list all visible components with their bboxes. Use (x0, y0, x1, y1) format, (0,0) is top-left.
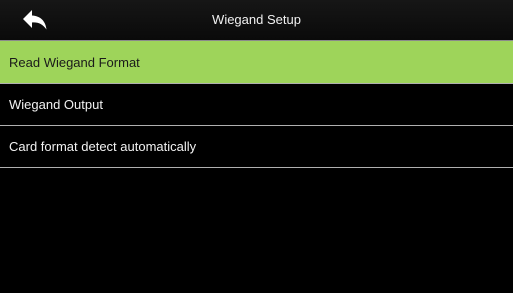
title-bar: Wiegand Setup (0, 0, 513, 41)
menu-list: Read Wiegand Format Wiegand Output Card … (0, 41, 513, 168)
menu-item-read-wiegand-format[interactable]: Read Wiegand Format (0, 41, 513, 84)
back-button[interactable] (0, 0, 70, 40)
page-title: Wiegand Setup (212, 12, 301, 27)
back-arrow-icon (22, 9, 48, 31)
wiegand-setup-screen: Wiegand Setup Read Wiegand Format Wiegan… (0, 0, 513, 293)
menu-item-card-format-detect[interactable]: Card format detect automatically (0, 126, 513, 168)
menu-item-wiegand-output[interactable]: Wiegand Output (0, 84, 513, 126)
